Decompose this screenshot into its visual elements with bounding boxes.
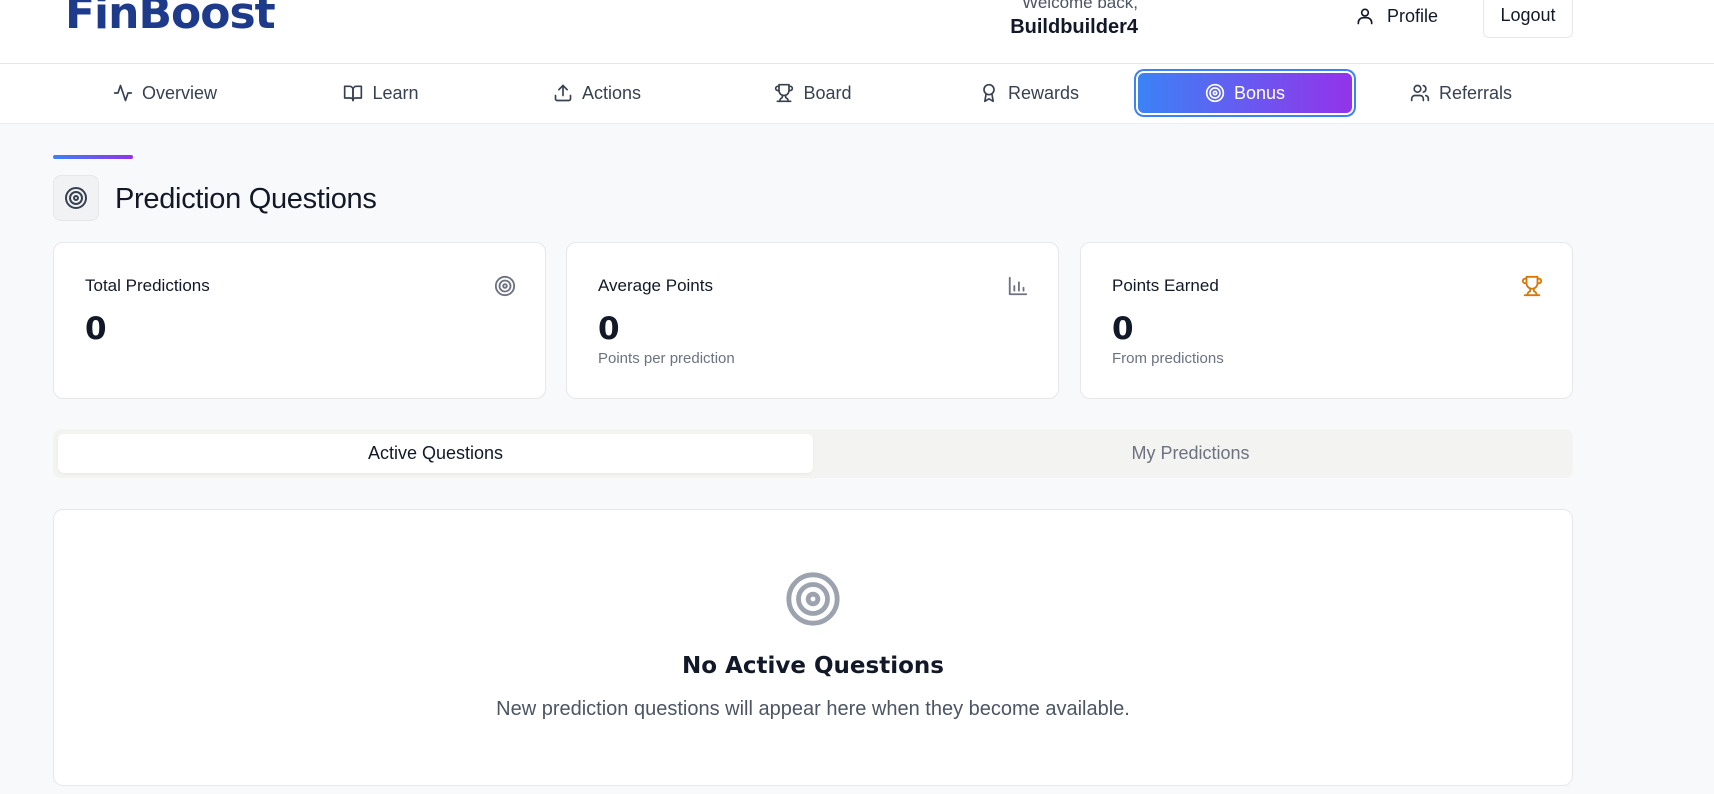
stat-value: 0 (1112, 311, 1134, 347)
main-nav: Overview Learn Actions Board Rewards Bon… (0, 64, 1714, 124)
target-icon (65, 187, 87, 209)
nav-item-rewards[interactable]: Rewards (924, 73, 1134, 113)
stat-card-average-points: Average Points 0 Points per prediction (566, 242, 1059, 399)
welcome-line: Welcome back, (1022, 0, 1138, 12)
profile-button[interactable]: Profile (1355, 2, 1438, 30)
nav-label-actions: Actions (581, 82, 642, 103)
questions-panel: No Active Questions New prediction quest… (53, 509, 1573, 786)
stat-value: 0 (598, 311, 620, 347)
tab-my-predictions[interactable]: My Predictions (813, 434, 1568, 473)
stat-label: Total Predictions (85, 276, 210, 295)
target-icon (494, 275, 516, 297)
title-icon-box (53, 175, 99, 221)
username: Buildbuilder4 (1010, 16, 1138, 38)
nav-label-bonus: Bonus (1233, 82, 1286, 103)
tab-active-questions[interactable]: Active Questions (58, 434, 813, 473)
user-icon (1357, 8, 1373, 25)
users-icon (1410, 84, 1430, 102)
empty-state-title: No Active Questions (682, 653, 944, 679)
nav-item-overview[interactable]: Overview (60, 73, 270, 113)
top-header: FinBoost Welcome back, Buildbuilder4 Pro… (0, 0, 1714, 64)
nav-item-actions[interactable]: Actions (492, 73, 702, 113)
bar-chart-icon (1008, 276, 1028, 296)
award-icon (983, 83, 995, 103)
page-title: Prediction Questions (115, 183, 377, 215)
nav-item-board[interactable]: Board (708, 73, 918, 113)
empty-state-description: New prediction questions will appear her… (496, 698, 1130, 720)
stat-label: Points Earned (1112, 276, 1219, 295)
stat-card-points-earned: Points Earned 0 From predictions (1080, 242, 1573, 399)
stat-card-total-predictions: Total Predictions 0 (53, 242, 546, 399)
trophy-icon (775, 83, 794, 103)
nav-item-learn[interactable]: Learn (276, 73, 486, 113)
nav-label-overview: Overview (141, 82, 217, 103)
nav-label-board: Board (803, 82, 852, 103)
logout-button[interactable]: Logout (1483, 0, 1573, 38)
prediction-tabs: Active Questions My Predictions (53, 429, 1573, 478)
stat-value: 0 (85, 311, 107, 347)
book-icon (344, 85, 363, 102)
trophy-icon (1521, 275, 1543, 297)
target-icon (786, 572, 840, 626)
nav-label-referrals: Referrals (1438, 82, 1513, 103)
activity-icon (113, 84, 133, 102)
nav-item-bonus[interactable]: Bonus (1138, 73, 1352, 113)
welcome-message: Welcome back, Buildbuilder4 (1010, 0, 1138, 40)
nav-label-rewards: Rewards (1007, 82, 1080, 103)
stat-label: Average Points (598, 276, 713, 295)
nav-item-referrals[interactable]: Referrals (1356, 73, 1566, 113)
target-icon (1205, 83, 1225, 103)
title-accent-bar (53, 155, 133, 159)
stat-subtext: From predictions (1112, 350, 1224, 367)
stat-subtext: Points per prediction (598, 350, 735, 367)
nav-label-learn: Learn (372, 82, 419, 103)
upload-icon (554, 84, 572, 102)
profile-label: Profile (1387, 5, 1439, 26)
finboost-logo[interactable]: FinBoost (65, 0, 276, 42)
